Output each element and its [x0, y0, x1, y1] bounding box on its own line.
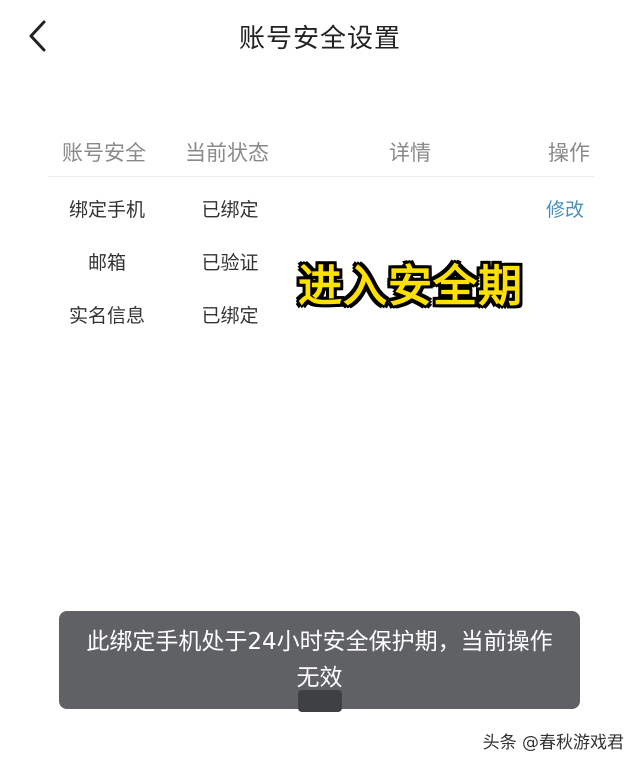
row-item-label: 实名信息 [68, 305, 145, 327]
table-row-bound-phone: 绑定手机 已绑定 修改 [48, 177, 594, 230]
watermark: 头条 @春秋游戏君 [482, 733, 624, 753]
row-item-label: 绑定手机 [68, 199, 145, 221]
toast-handle [298, 690, 342, 712]
row-item-label: 邮箱 [87, 252, 126, 274]
column-header-action: 操作 [548, 141, 590, 165]
row-status: 已绑定 [201, 199, 259, 221]
row-status: 已绑定 [201, 305, 259, 327]
column-header-details: 详情 [389, 141, 431, 165]
row-status: 已验证 [201, 252, 259, 274]
table-header: 账号安全 当前状态 详情 操作 [48, 125, 594, 177]
overlay-caption: 进入安全期 [298, 261, 523, 312]
modify-phone-link[interactable]: 修改 [546, 195, 584, 222]
column-header-account-security: 账号安全 [62, 141, 146, 165]
header-bar: 账号安全设置 [0, 0, 640, 72]
page-title: 账号安全设置 [238, 24, 401, 54]
column-header-current-status: 当前状态 [185, 141, 269, 165]
